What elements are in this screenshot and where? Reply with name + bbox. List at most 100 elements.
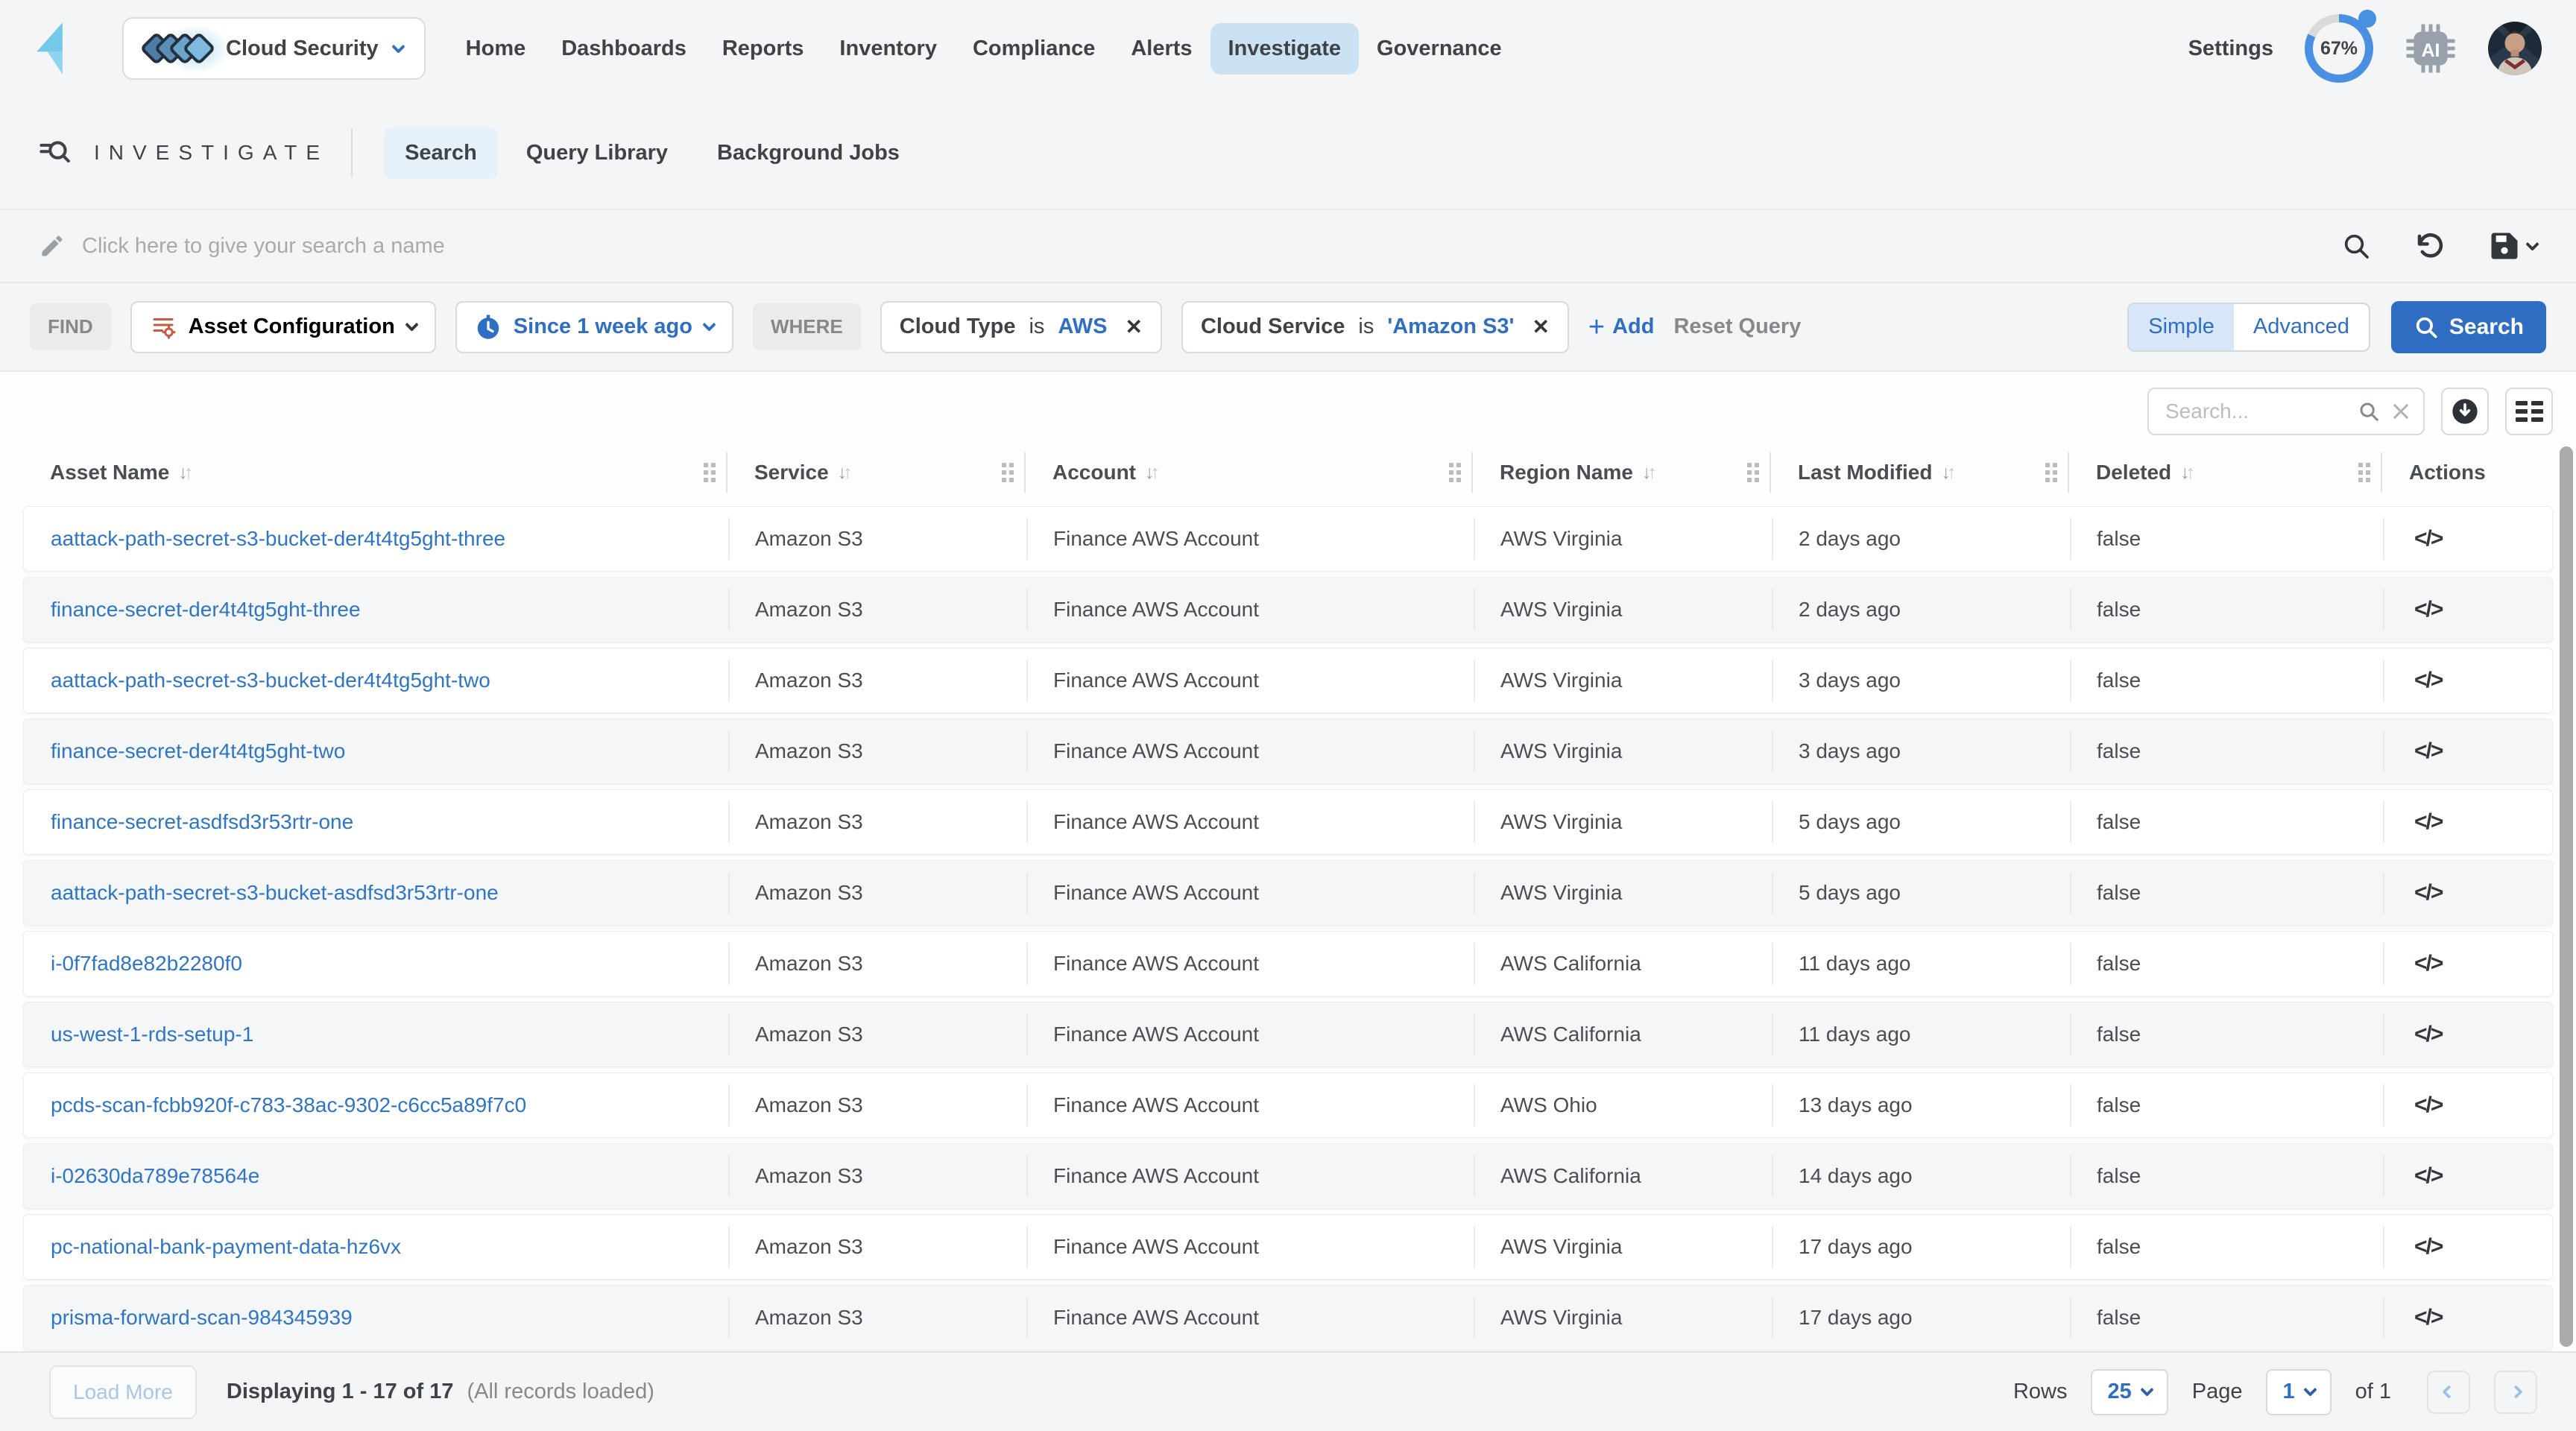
code-icon[interactable]: </> (2410, 880, 2442, 906)
sort-icon[interactable]: ↓↑ (1642, 462, 1653, 484)
tab-background-jobs[interactable]: Background Jobs (696, 127, 921, 179)
nav-item-home[interactable]: Home (448, 23, 544, 75)
cell-actions: </> (2383, 507, 2552, 571)
clear-search-icon[interactable] (2390, 401, 2411, 422)
tab-search[interactable]: Search (384, 127, 498, 179)
usage-ring-button[interactable]: 67% (2305, 14, 2373, 83)
cell-deleted: false (2070, 507, 2383, 571)
investigate-bar: INVESTIGATE SearchQuery LibraryBackgroun… (0, 97, 2576, 210)
code-icon[interactable]: </> (2410, 951, 2442, 976)
undo-icon-button[interactable] (2414, 230, 2446, 262)
asset-link[interactable]: aattack-path-secret-s3-bucket-asdfsd3r53… (51, 881, 499, 905)
filter-value: AWS (1058, 315, 1107, 339)
mode-advanced[interactable]: Advanced (2234, 304, 2369, 350)
cell-value: false (2097, 881, 2141, 905)
search-icon[interactable] (2358, 400, 2380, 423)
search-query-icon-button[interactable] (2341, 231, 2371, 261)
code-icon[interactable]: </> (2410, 1163, 2442, 1189)
rows-label: Rows (2013, 1380, 2068, 1404)
cell-value: false (2097, 527, 2141, 551)
cell-value: 14 days ago (1799, 1164, 1913, 1188)
reset-query-button[interactable]: Reset Query (1673, 315, 1801, 339)
cell-value: Finance AWS Account (1053, 598, 1259, 622)
nav-item-alerts[interactable]: Alerts (1113, 23, 1210, 75)
code-icon[interactable]: </> (2410, 1234, 2442, 1260)
asset-link[interactable]: finance-secret-der4t4tg5ght-three (51, 598, 361, 622)
code-icon[interactable]: </> (2410, 1305, 2442, 1330)
sort-icon[interactable]: ↓↑ (838, 462, 849, 484)
table-footer: Load More Displaying 1 - 17 of 17 (All r… (0, 1351, 2576, 1431)
cell-modified: 2 days ago (1772, 507, 2070, 571)
remove-filter-icon[interactable]: ✕ (1126, 315, 1143, 339)
remove-filter-icon[interactable]: ✕ (1532, 315, 1549, 339)
nav-item-governance[interactable]: Governance (1359, 23, 1520, 75)
next-page-button[interactable] (2494, 1371, 2537, 1414)
code-icon[interactable]: </> (2410, 1093, 2442, 1118)
column-drag-handle[interactable] (2358, 463, 2370, 482)
asset-link[interactable]: aattack-path-secret-s3-bucket-der4t4tg5g… (51, 527, 505, 551)
sort-icon[interactable]: ↓↑ (2180, 462, 2191, 484)
column-drag-handle[interactable] (2045, 463, 2057, 482)
search-name-input[interactable]: Click here to give your search a name (82, 234, 445, 259)
asset-link[interactable]: finance-secret-der4t4tg5ght-two (51, 739, 345, 763)
code-icon[interactable]: </> (2410, 1022, 2442, 1047)
cell-value: 3 days ago (1799, 739, 1901, 763)
table-search-input[interactable] (2165, 399, 2347, 423)
settings-link[interactable]: Settings (2188, 37, 2273, 61)
save-search-button[interactable] (2489, 230, 2537, 262)
asset-link[interactable]: aattack-path-secret-s3-bucket-der4t4tg5g… (51, 669, 490, 692)
avatar[interactable] (2488, 22, 2542, 75)
sort-icon[interactable]: ↓↑ (1941, 462, 1952, 484)
code-icon[interactable]: </> (2410, 526, 2442, 552)
find-type-dropdown[interactable]: Asset Configuration (130, 301, 436, 353)
code-icon[interactable]: </> (2410, 809, 2442, 835)
add-filter-button[interactable]: + Add (1588, 315, 1655, 339)
column-drag-handle[interactable] (1449, 463, 1461, 482)
cell-region: AWS Virginia (1474, 507, 1772, 571)
mode-simple[interactable]: Simple (2129, 304, 2234, 350)
product-switcher[interactable]: Cloud Security (122, 17, 426, 80)
cell-deleted: false (2070, 932, 2383, 996)
table-row: us-west-1-rds-setup-1Amazon S3Finance AW… (23, 1002, 2553, 1067)
asset-link[interactable]: finance-secret-asdfsd3r53rtr-one (51, 810, 353, 834)
tab-query-library[interactable]: Query Library (505, 127, 689, 179)
previous-page-button[interactable] (2427, 1371, 2470, 1414)
ai-copilot-icon[interactable]: AI (2405, 22, 2457, 75)
nav-item-reports[interactable]: Reports (704, 23, 822, 75)
load-more-button[interactable]: Load More (49, 1365, 197, 1419)
column-drag-handle[interactable] (1002, 463, 1014, 482)
nav-item-dashboards[interactable]: Dashboards (543, 23, 704, 75)
asset-link[interactable]: prisma-forward-scan-984345939 (51, 1306, 353, 1330)
nav-item-investigate[interactable]: Investigate (1210, 23, 1360, 75)
code-icon[interactable]: </> (2410, 668, 2442, 693)
time-range-dropdown[interactable]: Since 1 week ago (455, 301, 733, 353)
cell-value: AWS California (1500, 1023, 1641, 1046)
filter-chip[interactable]: Cloud Serviceis'Amazon S3'✕ (1181, 301, 1569, 353)
cell-value: 5 days ago (1799, 881, 1901, 905)
results-area: Asset Name↓↑Service↓↑Account↓↑Region Nam… (0, 370, 2576, 1351)
column-settings-button[interactable] (2505, 388, 2553, 435)
nav-item-compliance[interactable]: Compliance (955, 23, 1113, 75)
filter-chip[interactable]: Cloud TypeisAWS✕ (880, 301, 1162, 353)
code-icon[interactable]: </> (2410, 739, 2442, 764)
page-select[interactable]: 1 (2266, 1369, 2331, 1415)
search-button[interactable]: Search (2391, 301, 2546, 353)
download-button[interactable] (2441, 388, 2489, 435)
cell-value: AWS Ohio (1500, 1093, 1597, 1117)
asset-link[interactable]: pc-national-bank-payment-data-hz6vx (51, 1235, 401, 1259)
column-drag-handle[interactable] (704, 463, 716, 482)
sort-icon[interactable]: ↓↑ (1145, 462, 1156, 484)
column-drag-handle[interactable] (1747, 463, 1759, 482)
asset-link[interactable]: us-west-1-rds-setup-1 (51, 1023, 253, 1046)
code-icon[interactable]: </> (2410, 597, 2442, 622)
page-label: Page (2192, 1380, 2243, 1404)
sort-icon[interactable]: ↓↑ (178, 462, 189, 484)
asset-link[interactable]: pcds-scan-fcbb920f-c783-38ac-9302-c6cc5a… (51, 1093, 526, 1117)
nav-item-inventory[interactable]: Inventory (821, 23, 955, 75)
rows-per-page-select[interactable]: 25 (2091, 1369, 2168, 1415)
vertical-scrollbar[interactable] (2560, 446, 2573, 1347)
column-label: Deleted (2096, 461, 2171, 484)
asset-link[interactable]: i-02630da789e78564e (51, 1164, 259, 1188)
asset-link[interactable]: i-0f7fad8e82b2280f0 (51, 952, 242, 976)
cell-value: false (2097, 952, 2141, 976)
